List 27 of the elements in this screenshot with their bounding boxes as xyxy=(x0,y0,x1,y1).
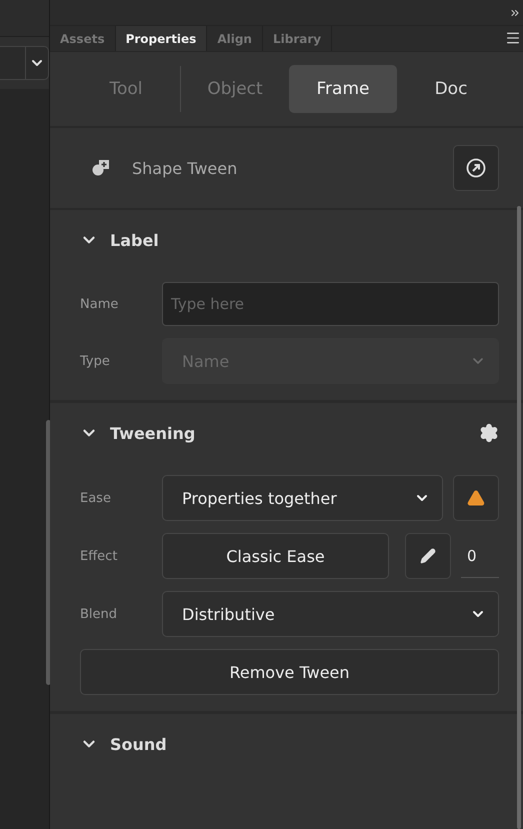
field-label: Blend xyxy=(80,606,118,622)
arrow-circle-icon xyxy=(466,158,486,178)
amount-field[interactable]: 0 xyxy=(461,534,499,578)
shapes-icon xyxy=(92,160,110,176)
section-title: Label xyxy=(110,230,160,250)
segment-tab[interactable]: Frame xyxy=(289,65,397,113)
tween-type: Shape Tween xyxy=(132,158,238,178)
field-label: Ease xyxy=(80,490,112,506)
name-field[interactable]: Type here xyxy=(162,282,499,326)
warning-button[interactable] xyxy=(453,475,499,521)
effect-button[interactable]: Classic Ease xyxy=(162,533,389,579)
blend-dropdown[interactable]: Distributive xyxy=(162,591,499,637)
warning-icon xyxy=(467,489,485,507)
menu-icon[interactable] xyxy=(505,30,521,46)
settings-icon[interactable] xyxy=(479,423,499,443)
remove-tween-button[interactable]: Remove Tween xyxy=(80,649,499,695)
edit-button[interactable] xyxy=(405,533,451,579)
section-title: Sound xyxy=(110,734,168,754)
open-button[interactable] xyxy=(453,145,499,191)
panel-tab[interactable]: Properties xyxy=(116,26,208,51)
field-label: Name xyxy=(80,296,120,312)
pencil-icon xyxy=(420,548,436,564)
ease-dropdown[interactable]: Properties together xyxy=(162,475,443,521)
field-label: Type xyxy=(80,354,111,368)
field-label: Effect xyxy=(80,548,118,564)
section-title: Tweening xyxy=(110,424,196,442)
segment-tab[interactable]: Doc xyxy=(397,65,505,113)
